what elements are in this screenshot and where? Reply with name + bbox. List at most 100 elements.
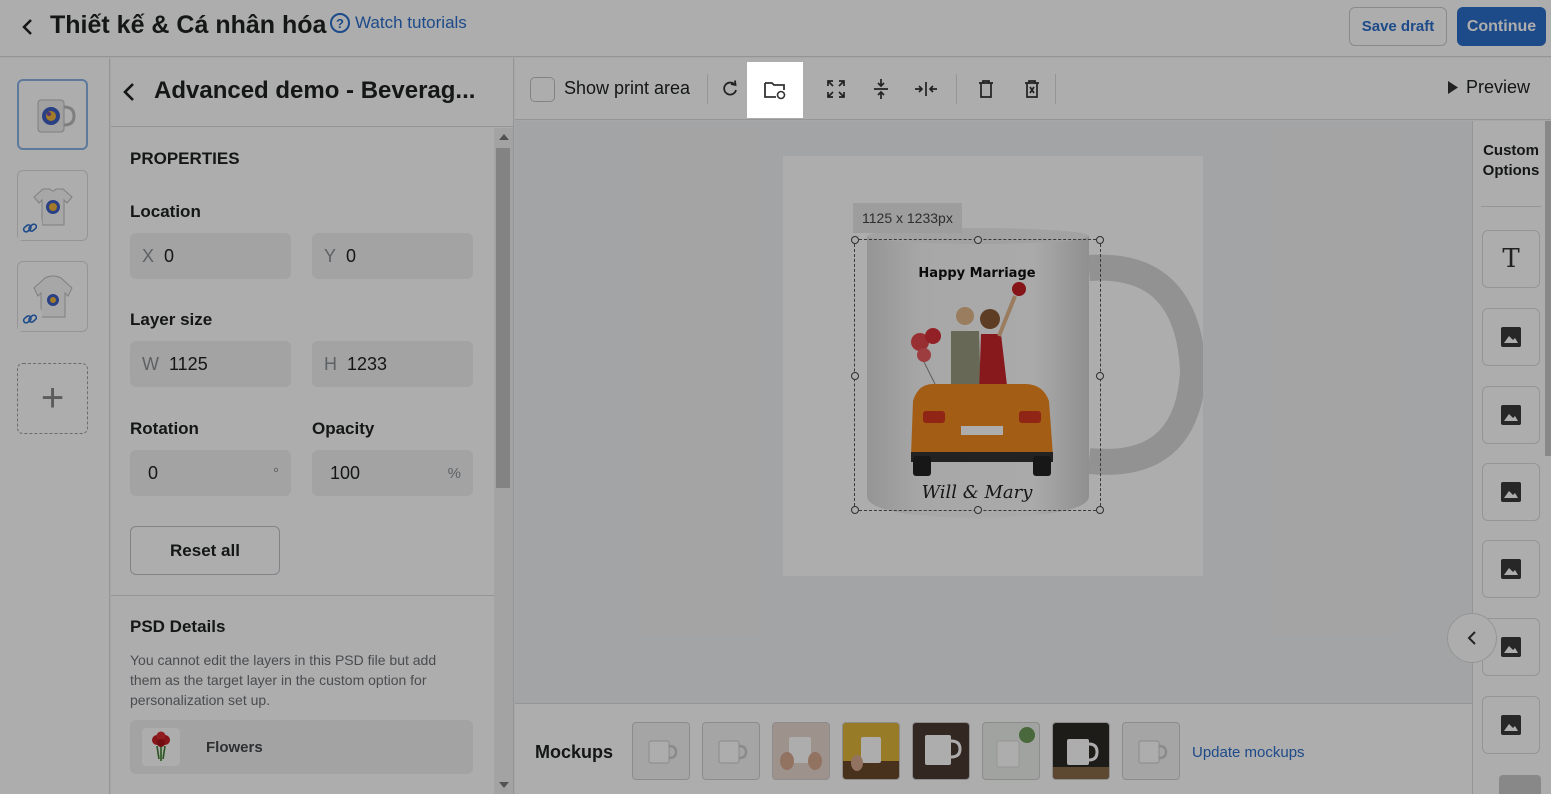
resize-handle[interactable] bbox=[1096, 236, 1104, 244]
mockup-thumbnail[interactable] bbox=[982, 722, 1040, 780]
rotation-input[interactable]: 0 ° bbox=[130, 450, 291, 496]
toolbar-separator bbox=[707, 74, 708, 104]
image-icon bbox=[1501, 327, 1521, 347]
resize-handle[interactable] bbox=[851, 506, 859, 514]
link-icon bbox=[22, 314, 38, 324]
psd-layer-item[interactable]: Flowers bbox=[130, 720, 473, 774]
update-mockups-link[interactable]: Update mockups bbox=[1192, 744, 1305, 761]
watch-tutorials-link[interactable]: ? Watch tutorials bbox=[330, 13, 467, 33]
h-prefix: H bbox=[324, 353, 337, 374]
design-canvas[interactable]: Happy Marriage Will & Mary 1125 x 1233px bbox=[515, 121, 1472, 703]
back-button[interactable] bbox=[14, 14, 40, 40]
add-product-button[interactable]: + bbox=[17, 363, 88, 434]
opacity-label: Opacity bbox=[312, 419, 375, 438]
link-icon bbox=[22, 223, 38, 233]
align-vertical-button[interactable] bbox=[861, 69, 901, 109]
mockups-bar: Mockups Update mockups bbox=[515, 703, 1472, 794]
image-option[interactable] bbox=[1482, 463, 1540, 521]
editor-toolbar: Show print area Preview bbox=[515, 58, 1551, 120]
align-horizontal-button[interactable] bbox=[906, 69, 946, 109]
panel-header: Advanced demo - Beverag... bbox=[111, 58, 513, 127]
image-option[interactable] bbox=[1482, 696, 1540, 754]
show-print-area-checkbox[interactable] bbox=[530, 77, 555, 102]
custom-options-title: Custom Options bbox=[1482, 142, 1540, 179]
resize-handle[interactable] bbox=[1096, 372, 1104, 380]
scroll-up-arrow[interactable] bbox=[499, 134, 509, 140]
linked-badge bbox=[18, 216, 42, 240]
w-prefix: W bbox=[142, 353, 159, 374]
thumbnail-tshirt[interactable] bbox=[17, 170, 88, 241]
preview-button[interactable]: Preview bbox=[1448, 77, 1530, 98]
mockup-thumbnail[interactable] bbox=[1052, 722, 1110, 780]
thumbnail-mug[interactable] bbox=[17, 79, 88, 150]
image-icon bbox=[1501, 482, 1521, 502]
question-icon: ? bbox=[330, 13, 350, 33]
mockup-mug-hands-image bbox=[780, 737, 822, 770]
mockup-thumbnail[interactable] bbox=[702, 722, 760, 780]
replace-image-button[interactable] bbox=[710, 69, 750, 109]
selection-box[interactable] bbox=[851, 236, 1104, 514]
expand-icon bbox=[827, 80, 845, 98]
mockup-thumbnail[interactable] bbox=[1122, 722, 1180, 780]
width-value: 1125 bbox=[169, 353, 208, 374]
resize-handle[interactable] bbox=[851, 236, 859, 244]
right-scrollbar[interactable] bbox=[1545, 121, 1551, 456]
mockup-thumbnail[interactable] bbox=[842, 722, 900, 780]
psd-details-heading: PSD Details bbox=[130, 617, 226, 636]
mockup-thumbnail[interactable] bbox=[772, 722, 830, 780]
width-input[interactable]: W 1125 bbox=[130, 341, 291, 387]
watch-tutorials-label: Watch tutorials bbox=[355, 13, 467, 32]
delete-all-button[interactable] bbox=[1012, 69, 1052, 109]
image-option[interactable] bbox=[1482, 540, 1540, 598]
spotlight-change-file-button[interactable] bbox=[747, 62, 803, 118]
resize-handle[interactable] bbox=[974, 236, 982, 244]
rotation-unit: ° bbox=[273, 464, 279, 482]
psd-description: You cannot edit the layers in this PSD f… bbox=[130, 652, 437, 708]
panel-scrollbar[interactable] bbox=[494, 128, 513, 794]
toolbar-separator bbox=[956, 74, 957, 104]
image-option[interactable] bbox=[1482, 308, 1540, 366]
mockup-thumbnail[interactable] bbox=[912, 722, 970, 780]
collapse-panel-button[interactable] bbox=[1447, 613, 1497, 663]
bottom-scroll-handle[interactable] bbox=[1499, 775, 1541, 794]
scroll-thumb[interactable] bbox=[496, 148, 510, 488]
plus-icon: + bbox=[40, 376, 65, 420]
preview-label: Preview bbox=[1466, 77, 1531, 97]
scroll-down-arrow[interactable] bbox=[499, 782, 509, 788]
layer-thumbnail bbox=[142, 728, 180, 766]
mockup-mug-image bbox=[718, 740, 748, 764]
resize-handle[interactable] bbox=[851, 372, 859, 380]
panel-back-button[interactable] bbox=[117, 80, 141, 104]
top-bar: Thiết kế & Cá nhân hóa ? Watch tutorials… bbox=[0, 0, 1551, 57]
chevron-left-icon bbox=[1467, 631, 1476, 645]
mockup-thumbnail[interactable] bbox=[632, 722, 690, 780]
resize-handle[interactable] bbox=[1096, 506, 1104, 514]
y-value: 0 bbox=[346, 245, 357, 266]
add-text-option[interactable]: T bbox=[1482, 230, 1540, 288]
delete-layer-button[interactable] bbox=[966, 69, 1006, 109]
fit-to-area-button[interactable] bbox=[816, 69, 856, 109]
resize-handle[interactable] bbox=[974, 506, 982, 514]
mockup-mug-plant-image bbox=[996, 727, 1035, 768]
align-vertical-center-icon bbox=[874, 79, 888, 99]
image-option[interactable] bbox=[1482, 386, 1540, 444]
back-arrow-icon bbox=[123, 83, 134, 101]
opacity-unit: % bbox=[447, 464, 461, 482]
section-divider bbox=[111, 595, 494, 596]
opacity-input[interactable]: 100 % bbox=[312, 450, 473, 496]
mug-thumbnail-image bbox=[37, 99, 76, 132]
trash-icon bbox=[979, 80, 993, 98]
continue-button[interactable]: Continue bbox=[1457, 7, 1546, 46]
thumbnail-hoodie[interactable] bbox=[17, 261, 88, 332]
height-input[interactable]: H 1233 bbox=[312, 341, 473, 387]
save-draft-button[interactable]: Save draft bbox=[1349, 7, 1447, 46]
align-horizontal-center-icon bbox=[915, 82, 937, 96]
image-icon bbox=[1501, 405, 1521, 425]
y-input[interactable]: Y 0 bbox=[312, 233, 473, 279]
custom-options-panel: Custom Options T bbox=[1472, 121, 1551, 794]
reset-all-button[interactable]: Reset all bbox=[130, 526, 280, 575]
x-input[interactable]: X 0 bbox=[130, 233, 291, 279]
mockup-mug-black-image bbox=[1053, 739, 1109, 779]
mockup-mug-dark-image bbox=[925, 735, 962, 765]
x-value: 0 bbox=[164, 245, 175, 266]
